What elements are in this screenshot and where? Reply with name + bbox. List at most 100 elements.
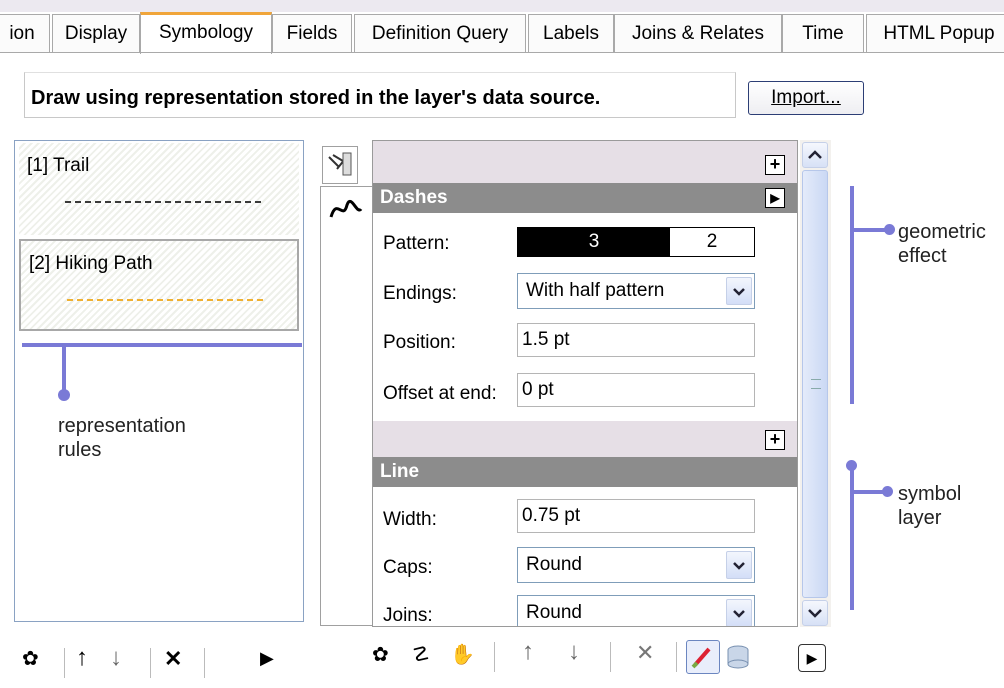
dashes-section: Pattern: 3 2 Endings: With half pattern …	[373, 213, 797, 421]
caps-label: Caps:	[383, 557, 433, 578]
brush-icon[interactable]	[686, 640, 720, 674]
panel-scrollbar[interactable]	[800, 140, 831, 627]
annotation-line: representation	[58, 415, 186, 437]
annotation-line: geometric	[898, 221, 986, 243]
annotation-line: layer	[898, 507, 942, 529]
toolbar-separator	[204, 648, 205, 678]
more-rules-icon[interactable]: ▶	[260, 648, 274, 669]
tab-time[interactable]: Time	[782, 14, 864, 52]
stroke-layer-icon	[329, 199, 363, 218]
more-options-icon[interactable]: ▶	[798, 644, 826, 672]
move-up-icon[interactable]: ↑	[76, 644, 88, 672]
caps-select[interactable]: Round	[517, 547, 755, 583]
import-button[interactable]: Import...	[748, 81, 864, 115]
joins-value: Round	[526, 602, 582, 623]
geometric-effect-annotation: geometric effect	[898, 220, 986, 268]
symbol-layer-annotation: symbol layer	[898, 482, 961, 530]
database-icon[interactable]	[726, 644, 750, 670]
chevron-down-icon[interactable]	[726, 551, 752, 579]
caps-value: Round	[526, 554, 582, 575]
pattern-editor[interactable]: 3 2	[517, 227, 755, 257]
geometric-effect-tab[interactable]	[322, 146, 358, 184]
tab-display[interactable]: Display	[52, 14, 140, 52]
move-layer-up-icon[interactable]: ↑	[522, 638, 534, 666]
rule-item-hiking-path[interactable]: [2] Hiking Path	[19, 239, 299, 331]
geometric-effect-dot	[884, 224, 895, 235]
symbol-layer-pointer	[852, 490, 886, 494]
pattern-gap-value[interactable]: 2	[670, 228, 754, 256]
dashes-header: Dashes ▶	[373, 183, 797, 213]
joins-label: Joins:	[383, 605, 433, 626]
representation-rules-list[interactable]: [1] Trail [2] Hiking Path	[14, 140, 304, 622]
line-title: Line	[380, 461, 420, 482]
position-label: Position:	[383, 332, 456, 353]
expand-dashes-icon[interactable]: ▶	[765, 188, 785, 208]
annotation-line: symbol	[898, 483, 962, 505]
grip-icon	[811, 379, 821, 389]
rule-item-trail[interactable]: [1] Trail	[19, 143, 299, 235]
delete-rule-icon[interactable]: ✕	[164, 646, 182, 672]
toolbar-separator	[150, 648, 151, 678]
rules-pointer-dot	[58, 389, 70, 401]
offset-label: Offset at end:	[383, 383, 497, 404]
add-rule-icon[interactable]: ✿	[22, 646, 39, 671]
move-layer-down-icon[interactable]: ↓	[568, 638, 580, 666]
symbol-layer-bracket	[850, 464, 854, 610]
chevron-down-icon[interactable]	[726, 277, 752, 305]
chevron-down-icon[interactable]	[726, 599, 752, 626]
tab-fields[interactable]: Fields	[272, 14, 352, 52]
scroll-thumb[interactable]	[802, 170, 828, 598]
scroll-down-icon[interactable]	[802, 600, 828, 626]
annotation-line: rules	[58, 439, 102, 461]
line-section: Width: 0.75 pt Caps: Round Joins: Round	[373, 487, 797, 626]
tab-html-popup[interactable]: HTML Popup	[866, 14, 1004, 52]
add-stroke-layer-icon[interactable]: ☡	[412, 642, 430, 667]
pattern-dash-value[interactable]: 3	[518, 228, 670, 256]
rule-label: [2] Hiking Path	[29, 253, 153, 274]
position-input[interactable]: 1.5 pt	[517, 323, 755, 357]
tab-joins-relates[interactable]: Joins & Relates	[614, 14, 782, 52]
annotation-line: effect	[898, 245, 947, 267]
add-fill-layer-icon[interactable]: ✋	[450, 642, 475, 667]
representation-description: Draw using representation stored in the …	[24, 72, 736, 118]
layers-toolbar: ✿ ☡ ✋ ↑ ↓ ✕ ▶	[372, 636, 832, 680]
geometric-effect-bracket	[850, 186, 854, 404]
tab-labels[interactable]: Labels	[528, 14, 614, 52]
geometric-effect-pointer	[852, 228, 886, 232]
endings-value: With half pattern	[526, 280, 665, 301]
tab-divider	[0, 52, 1004, 53]
endings-select[interactable]: With half pattern	[517, 273, 755, 309]
rule-line-sample	[67, 299, 263, 301]
tab-bar: ion Display Symbology Fields Definition …	[0, 0, 1004, 58]
delete-layer-icon[interactable]: ✕	[636, 640, 654, 666]
add-marker-layer-icon[interactable]: ✿	[372, 642, 389, 667]
joins-select[interactable]: Round	[517, 595, 755, 626]
tab-definition-query[interactable]: Definition Query	[354, 14, 526, 52]
toolbar-separator	[610, 642, 611, 672]
offset-input[interactable]: 0 pt	[517, 373, 755, 407]
width-input[interactable]: 0.75 pt	[517, 499, 755, 533]
toolbar-separator	[494, 642, 495, 672]
symbol-layer-dot	[882, 486, 893, 497]
add-layer-effect-icon[interactable]: +	[765, 430, 785, 450]
width-label: Width:	[383, 509, 437, 530]
representation-rules-annotation: representation rules	[58, 414, 186, 462]
dashes-title: Dashes	[380, 187, 448, 208]
rules-pointer	[62, 345, 66, 393]
symbol-layer-top-dot	[846, 460, 857, 471]
tab-symbology[interactable]: Symbology	[140, 12, 272, 54]
endings-label: Endings:	[383, 283, 457, 304]
line-header: Line	[373, 457, 797, 487]
symbol-layer-tab[interactable]	[320, 186, 373, 626]
rule-label: [1] Trail	[27, 155, 90, 176]
toolbar-separator	[64, 648, 65, 678]
import-button-label: Import...	[771, 87, 841, 108]
rules-toolbar: ✿ ↑ ↓ ✕ ▶	[14, 644, 304, 680]
scroll-up-icon[interactable]	[802, 142, 828, 168]
add-effect-icon[interactable]: +	[765, 155, 785, 175]
move-down-icon[interactable]: ↓	[110, 644, 122, 672]
pattern-label: Pattern:	[383, 233, 450, 254]
tab-general[interactable]: ion	[0, 14, 50, 52]
toolbar-separator	[676, 642, 677, 672]
layer-properties-panel: + Dashes ▶ Pattern: 3 2 Endings: With ha…	[372, 140, 798, 627]
